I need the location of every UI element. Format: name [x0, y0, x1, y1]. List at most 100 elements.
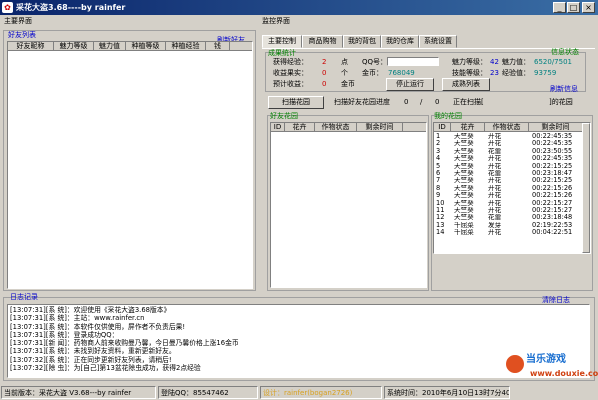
garden-id: 14 — [436, 229, 445, 237]
garden-id: 7 — [436, 177, 441, 185]
col-plant-level[interactable]: 种植等级 — [126, 42, 166, 50]
scan-garden-button[interactable]: 扫描花园 — [268, 96, 324, 109]
mg-col-flower[interactable]: 花卉 — [451, 123, 485, 131]
garden-flower: 天竺葵 — [454, 206, 474, 214]
garden-row[interactable]: 13 千屈菜 发芽 02:19:22:53 — [434, 222, 590, 229]
garden-status: 发芽 — [488, 221, 502, 229]
tab-settings[interactable]: 系统设置 — [419, 35, 457, 48]
charm-level-value: 42 — [490, 58, 499, 66]
scanning-label: 正在扫描[ — [453, 98, 484, 106]
log-title: 日志记录 — [10, 293, 38, 301]
mg-col-remaining[interactable]: 剩余时间 — [529, 123, 583, 131]
garden-status: 花蕾 — [488, 169, 502, 177]
garden-status: 开花 — [488, 229, 502, 237]
garden-id: 2 — [436, 140, 441, 148]
garden-flower: 天竺葵 — [454, 177, 474, 185]
garden-row[interactable]: 5 天竺葵 开花 00:22:15:25 — [434, 163, 590, 170]
garden-remaining: 02:19:22:53 — [532, 221, 573, 229]
garden-row[interactable]: 11 天竺葵 开花 00:22:15:27 — [434, 207, 590, 214]
garden-row[interactable]: 9 天竺葵 开花 00:22:15:26 — [434, 192, 590, 199]
my-garden-table[interactable]: ID 花卉 作物状态 剩余时间 1 天竺葵 开花 00:22:45:35 2 天竺葵 开花 0… — [433, 122, 591, 254]
tab-warehouse[interactable]: 我的仓库 — [381, 35, 419, 48]
my-garden-rows: 1 天竺葵 开花 00:22:45:35 2 天竺葵 开花 00:22:45:35 3 天竺葵 花蕾… — [434, 132, 590, 236]
maximize-button[interactable]: □ — [567, 2, 580, 13]
stop-running-button[interactable]: 停止运行 — [386, 78, 434, 91]
garden-id: 4 — [436, 155, 441, 163]
friend-list-table[interactable]: 好友昵称 魅力等级 魅力值 种植等级 种植经验 钱 — [7, 41, 253, 289]
garden-status: 开花 — [488, 177, 502, 185]
garden-remaining: 00:23:18:47 — [532, 169, 573, 177]
garden-row[interactable]: 8 天竺葵 开花 00:22:15:26 — [434, 185, 590, 192]
garden-remaining: 00:23:18:48 — [532, 214, 573, 222]
watermark-url: www.douxie.com — [530, 369, 598, 378]
col-charm-level[interactable]: 魅力等级 — [54, 42, 94, 50]
garden-row[interactable]: 6 天竺葵 花蕾 00:23:18:47 — [434, 170, 590, 177]
fg-col-status[interactable]: 作物状态 — [315, 123, 357, 131]
tab-backpack[interactable]: 我的背包 — [343, 35, 381, 48]
fg-col-flower[interactable]: 花卉 — [285, 123, 315, 131]
garden-id: 12 — [436, 214, 445, 222]
tab-shopping[interactable]: 商品购物 — [302, 35, 343, 48]
garden-id: 1 — [436, 133, 441, 140]
friend-garden-table[interactable]: ID 花卉 作物状态 剩余时间 — [270, 122, 427, 288]
fg-col-remaining[interactable]: 剩余时间 — [357, 123, 403, 131]
garden-remaining: 00:22:15:27 — [532, 206, 573, 214]
tab-divider — [262, 48, 595, 49]
col-charm-value[interactable]: 魅力值 — [94, 42, 126, 50]
garden-remaining: 00:22:15:26 — [532, 192, 573, 200]
minimize-button[interactable]: _ — [553, 2, 566, 13]
scan-separator: / — [420, 98, 423, 106]
garden-row[interactable]: 7 天竺葵 开花 00:22:15:25 — [434, 177, 590, 184]
garden-remaining: 00:22:15:27 — [532, 199, 573, 207]
charm-value: 6520/7501 — [534, 58, 572, 66]
garden-row[interactable]: 3 天竺葵 花蕾 00:23:50:55 — [434, 148, 590, 155]
garden-row[interactable]: 1 天竺葵 开花 00:22:45:35 — [434, 133, 590, 140]
mature-list-button[interactable]: 成熟列表 — [442, 78, 490, 91]
fruit-unit: 个 — [341, 69, 348, 77]
garden-status: 花蕾 — [488, 147, 502, 155]
mg-col-id[interactable]: ID — [434, 123, 451, 131]
mg-col-status[interactable]: 作物状态 — [485, 123, 529, 131]
log-textarea[interactable]: [13:07:31][系 统]：欢迎使用《采花大盗3.68版本》 [13:07:3… — [7, 304, 590, 378]
garden-remaining: 00:22:15:25 — [532, 162, 573, 170]
garden-remaining: 00:22:45:35 — [532, 133, 573, 140]
skill-level-value: 23 — [490, 69, 499, 77]
garden-row[interactable]: 10 天竺葵 开花 00:22:15:27 — [434, 200, 590, 207]
garden-id: 9 — [436, 192, 441, 200]
refresh-info-link[interactable]: 刷新信息 — [550, 85, 578, 94]
watermark-brand: 当乐游戏 — [526, 354, 566, 365]
garden-id: 13 — [436, 221, 445, 229]
col-money[interactable]: 钱 — [206, 42, 230, 50]
garden-row[interactable]: 12 天竺葵 花蕾 00:23:18:48 — [434, 214, 590, 221]
garden-row[interactable]: 2 天竺葵 开花 00:22:45:35 — [434, 140, 590, 147]
col-plant-exp[interactable]: 种植经验 — [166, 42, 206, 50]
garden-id: 3 — [436, 147, 441, 155]
garden-status: 开花 — [488, 184, 502, 192]
garden-row[interactable]: 4 天竺葵 开花 00:22:45:35 — [434, 155, 590, 162]
gold-label: 金币： — [362, 69, 383, 77]
tab-main-control[interactable]: 主要控制 — [262, 35, 302, 48]
garden-id: 11 — [436, 206, 445, 214]
col-nickname[interactable]: 好友昵称 — [8, 42, 54, 50]
garden-row[interactable]: 14 千屈菜 开花 00:04:22:51 — [434, 229, 590, 236]
exp-value: 2 — [322, 58, 327, 66]
garden-flower: 千屈菜 — [454, 229, 474, 237]
garden-status: 开花 — [488, 192, 502, 200]
garden-flower: 天竺葵 — [454, 169, 474, 177]
tab-strip: 主要控制 商品购物 我的背包 我的仓库 系统设置 — [262, 35, 598, 49]
qq-number-field[interactable] — [387, 57, 439, 66]
title-bar: ✿ 采花大盗3.68----by rainfer _ □ × — [0, 0, 598, 15]
qq-label: QQ号： — [362, 58, 388, 66]
close-button[interactable]: × — [582, 2, 595, 13]
garden-flower: 天竺葵 — [454, 199, 474, 207]
scan-progress-label: 扫描好友花园进度 — [334, 98, 390, 106]
skill-level-label: 技能等级： — [452, 69, 487, 77]
status-title: 信息状态 — [551, 48, 579, 56]
scanning-suffix: ]的花园 — [549, 98, 573, 106]
fg-col-id[interactable]: ID — [271, 123, 285, 131]
my-garden-header: ID 花卉 作物状态 剩余时间 — [434, 123, 590, 132]
my-garden-scrollbar[interactable] — [582, 123, 590, 253]
garden-remaining: 00:23:50:55 — [532, 147, 573, 155]
friend-list-title: 好友列表 — [8, 31, 36, 39]
fruit-label: 收益果实： — [273, 69, 308, 77]
